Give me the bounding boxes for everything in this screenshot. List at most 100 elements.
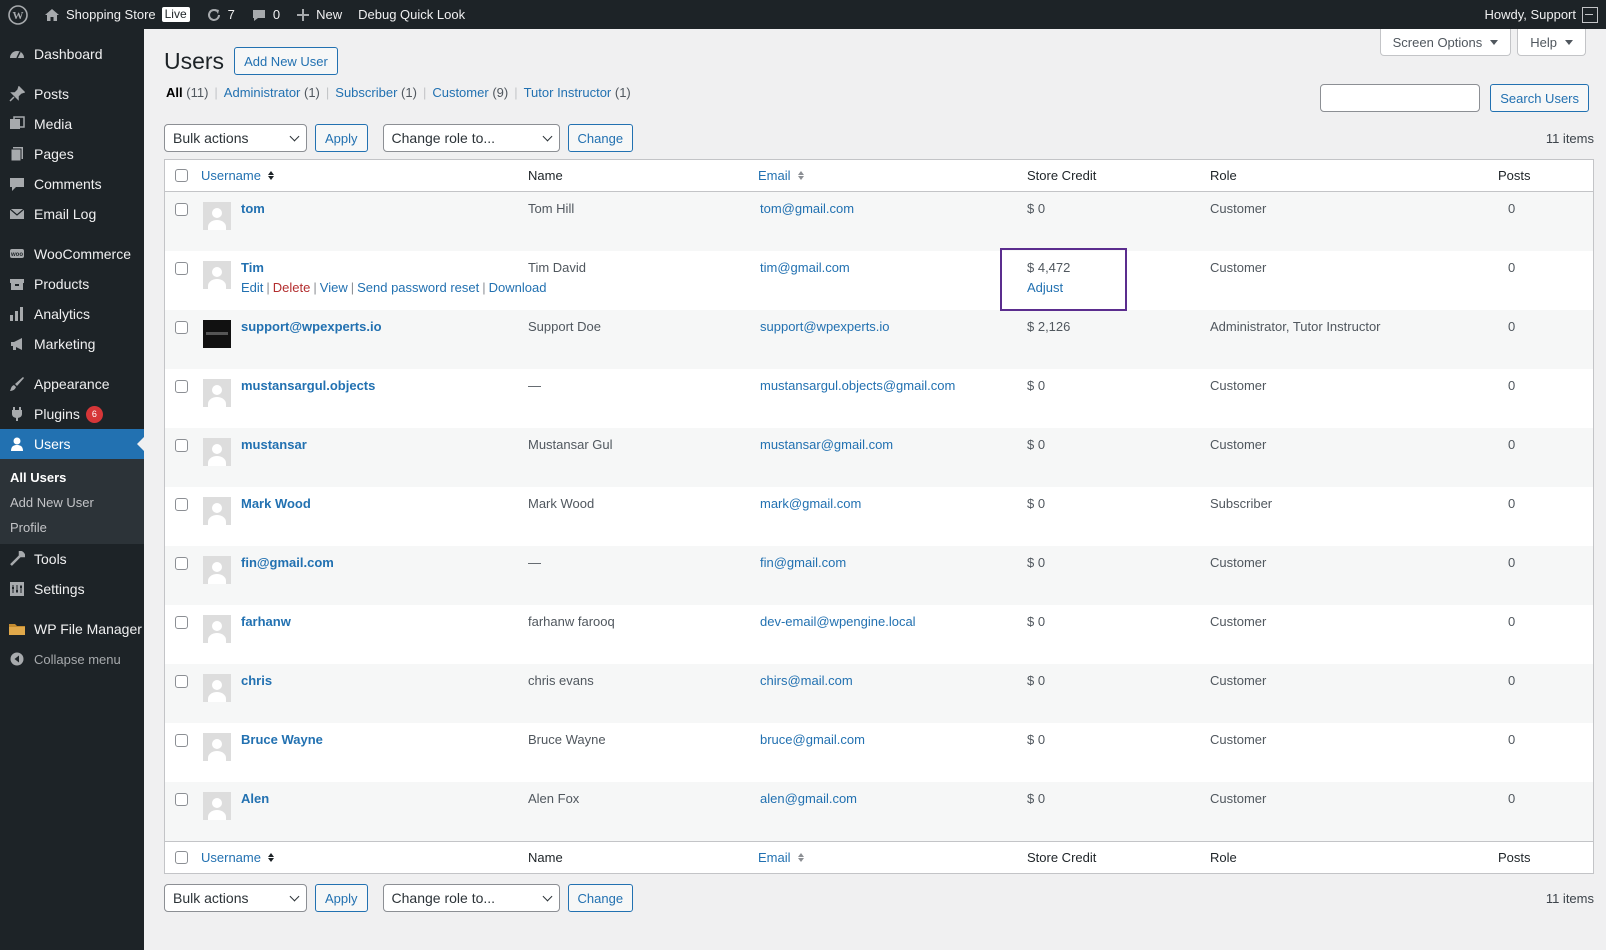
row-checkbox[interactable] [175,616,188,629]
email-link[interactable]: alen@gmail.com [760,791,857,806]
items-count: 11 items [1545,130,1594,146]
comments-link[interactable]: 0 [243,0,288,29]
sidebar-item-analytics[interactable]: Analytics [0,299,144,329]
email-link[interactable]: fin@gmail.com [760,555,846,570]
delete-link[interactable]: Delete [273,280,311,295]
email-icon [8,205,26,223]
collapse-menu-button[interactable]: Collapse menu [0,644,144,674]
filter-subscriber[interactable]: Subscriber [335,85,397,100]
change-role-button[interactable]: Change [567,884,634,912]
username-link[interactable]: Mark Wood [241,496,311,511]
row-checkbox[interactable] [175,321,188,334]
table-header: Username Name Email Store Credit Role Po… [165,160,1593,192]
column-email[interactable]: Email [758,850,804,865]
change-role-value: Change role to... [391,890,496,906]
sidebar-item-tools[interactable]: Tools [0,544,144,574]
bulk-actions-select[interactable]: Bulk actions [164,884,307,912]
sidebar-item-users[interactable]: Users [0,429,144,459]
username-link[interactable]: mustansargul.objects [241,378,375,393]
column-username[interactable]: Username [201,850,274,865]
adjust-credit-link[interactable]: Adjust [1027,280,1070,295]
submenu-profile[interactable]: Profile [0,515,144,540]
sidebar-item-appearance[interactable]: Appearance [0,369,144,399]
sidebar-item-plugins[interactable]: Plugins 6 [0,399,144,429]
email-link[interactable]: mustansargul.objects@gmail.com [760,378,955,393]
sidebar-item-settings[interactable]: Settings [0,574,144,604]
chevron-down-icon [542,891,552,901]
row-checkbox[interactable] [175,498,188,511]
email-link[interactable]: tim@gmail.com [760,260,850,275]
row-checkbox[interactable] [175,439,188,452]
download-link[interactable]: Download [489,280,547,295]
row-checkbox[interactable] [175,557,188,570]
sidebar-item-dashboard[interactable]: Dashboard [0,39,144,69]
add-new-user-button[interactable]: Add New User [234,47,338,75]
sidebar-item-media[interactable]: Media [0,109,144,139]
new-content-link[interactable]: New [288,0,350,29]
account-menu[interactable]: Howdy, Support [1476,0,1606,29]
row-checkbox[interactable] [175,793,188,806]
cell-name: — [528,555,541,570]
filter-customer[interactable]: Customer [432,85,488,100]
email-link[interactable]: chirs@mail.com [760,673,853,688]
select-all-checkbox[interactable] [175,169,188,182]
username-link[interactable]: Tim [241,260,264,275]
row-checkbox[interactable] [175,734,188,747]
submenu-add-new-user[interactable]: Add New User [0,490,144,515]
sidebar-item-posts[interactable]: Posts [0,79,144,109]
sidebar-item-label: Media [34,116,73,132]
filter-tutor-instructor[interactable]: Tutor Instructor [524,85,612,100]
email-link[interactable]: dev-email@wpengine.local [760,614,916,629]
sidebar-item-products[interactable]: Products [0,269,144,299]
sidebar-item-pages[interactable]: Pages [0,139,144,169]
search-input[interactable] [1320,84,1481,112]
bulk-actions-select[interactable]: Bulk actions [164,124,307,152]
username-link[interactable]: tom [241,201,265,216]
email-link[interactable]: bruce@gmail.com [760,732,865,747]
debug-quick-look-link[interactable]: Debug Quick Look [350,0,473,29]
apply-button[interactable]: Apply [315,124,368,152]
view-link[interactable]: View [320,280,348,295]
role-filters: All (11) | Administrator (1) | Subscribe… [166,85,631,100]
screen-options-button[interactable]: Screen Options [1379,29,1512,56]
filter-administrator[interactable]: Administrator [224,85,301,100]
select-all-checkbox[interactable] [175,851,188,864]
wordpress-logo-icon[interactable]: W [0,0,36,29]
username-link[interactable]: fin@gmail.com [241,555,334,570]
column-username[interactable]: Username [201,168,274,183]
sidebar-item-email-log[interactable]: Email Log [0,199,144,229]
username-link[interactable]: farhanw [241,614,291,629]
apply-button[interactable]: Apply [315,884,368,912]
username-link[interactable]: support@wpexperts.io [241,319,382,334]
row-checkbox[interactable] [175,675,188,688]
filter-all[interactable]: All [166,85,183,100]
submenu-all-users[interactable]: All Users [0,465,144,490]
username-link[interactable]: Alen [241,791,269,806]
search-users-button[interactable]: Search Users [1490,84,1589,112]
site-name-link[interactable]: Shopping Store Live [36,0,198,29]
change-role-button[interactable]: Change [567,124,634,152]
sidebar-item-woocommerce[interactable]: woo WooCommerce [0,239,144,269]
username-link[interactable]: Bruce Wayne [241,732,323,747]
email-link[interactable]: mark@gmail.com [760,496,861,511]
change-role-select[interactable]: Change role to... [382,124,560,152]
username-link[interactable]: mustansar [241,437,307,452]
cell-store-credit: $ 0 [1027,378,1045,393]
row-checkbox[interactable] [175,262,188,275]
sidebar-item-wp-file-manager[interactable]: WP File Manager [0,614,144,644]
email-link[interactable]: support@wpexperts.io [760,319,890,334]
cell-name: Tim David [528,260,587,275]
sidebar-item-comments[interactable]: Comments [0,169,144,199]
username-link[interactable]: chris [241,673,272,688]
column-email[interactable]: Email [758,168,804,183]
change-role-select[interactable]: Change role to... [382,884,560,912]
updates-link[interactable]: 7 [198,0,243,29]
email-link[interactable]: mustansar@gmail.com [760,437,893,452]
send-password-reset-link[interactable]: Send password reset [357,280,479,295]
sidebar-item-marketing[interactable]: Marketing [0,329,144,359]
row-checkbox[interactable] [175,380,188,393]
help-button[interactable]: Help [1517,29,1586,56]
email-link[interactable]: tom@gmail.com [760,201,854,216]
edit-link[interactable]: Edit [241,280,263,295]
row-checkbox[interactable] [175,203,188,216]
